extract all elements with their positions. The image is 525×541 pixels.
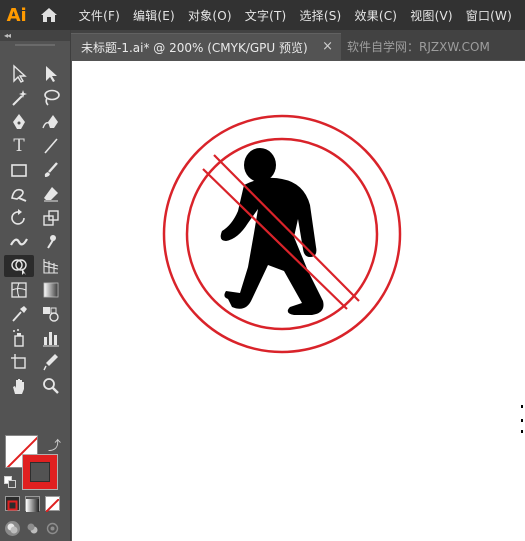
symbol-sprayer-tool[interactable]: [4, 327, 34, 349]
document-tab-bar: 未标题-1.ai* @ 200% (CMYK/GPU 预览) × 软件自学网：R…: [71, 30, 525, 60]
direct-selection-tool[interactable]: [36, 63, 66, 85]
zoom-tool[interactable]: [36, 375, 66, 397]
magic-wand-tool[interactable]: [4, 87, 34, 109]
walking-figure: [220, 148, 324, 315]
artboard-canvas[interactable]: [72, 61, 525, 541]
tools-panel: ◂◂ T ⤴: [0, 30, 71, 541]
menu-items: 文件(F) 编辑(E) 对象(O) 文字(T) 选择(S) 效果(C) 视图(V…: [79, 7, 525, 24]
tab-active-document[interactable]: 未标题-1.ai* @ 200% (CMYK/GPU 预览) ×: [71, 33, 341, 60]
draw-inside-icon: [46, 522, 59, 535]
perspective-grid-tool[interactable]: [36, 255, 66, 277]
curvature-tool[interactable]: [36, 111, 66, 133]
menu-select[interactable]: 选择(S): [299, 7, 341, 24]
slice-tool[interactable]: [36, 351, 66, 373]
default-colors-icon[interactable]: [4, 476, 16, 488]
draw-behind-button[interactable]: [25, 521, 40, 536]
rotate-tool[interactable]: [4, 207, 34, 229]
none-icon: [45, 498, 60, 513]
color-icon: [7, 500, 18, 511]
app-logo: Ai: [6, 4, 27, 26]
home-icon: [41, 8, 58, 22]
fill-stroke-controls: ⤴: [0, 433, 71, 493]
no-pedestrian-artwork[interactable]: [72, 61, 525, 541]
drawing-mode-row: [5, 521, 60, 536]
hand-tool[interactable]: [4, 375, 34, 397]
pen-tool[interactable]: [4, 111, 34, 133]
gradient-mode-button[interactable]: [25, 496, 40, 512]
selection-tool[interactable]: [4, 63, 34, 85]
color-mode-button[interactable]: [5, 496, 20, 511]
mesh-tool[interactable]: [4, 279, 34, 301]
type-tool-glyph: T: [13, 136, 25, 156]
menu-object[interactable]: 对象(O): [188, 7, 232, 24]
shaper-tool[interactable]: [4, 183, 34, 205]
gradient-tool[interactable]: [36, 279, 66, 301]
type-tool[interactable]: T: [4, 135, 34, 157]
width-tool[interactable]: [4, 231, 34, 253]
canvas-edge-marker: [521, 405, 523, 433]
stroke-swatch-inner: [30, 462, 50, 482]
stroke-swatch[interactable]: [22, 454, 58, 490]
swap-fill-stroke-icon[interactable]: ⤴: [48, 435, 61, 454]
draw-inside-button[interactable]: [45, 521, 60, 536]
puppet-warp-tool[interactable]: [36, 231, 66, 253]
tab-inactive-label: 软件自学网：RJZXW.COM: [347, 40, 490, 54]
shape-builder-tool[interactable]: [4, 255, 34, 277]
menu-edit[interactable]: 编辑(E): [133, 7, 175, 24]
draw-normal-icon: [7, 523, 18, 534]
lasso-tool[interactable]: [36, 87, 66, 109]
rectangle-tool[interactable]: [4, 159, 34, 181]
menu-type[interactable]: 文字(T): [245, 7, 287, 24]
menu-effect[interactable]: 效果(C): [354, 7, 397, 24]
tools-panel-header: ◂◂: [0, 30, 70, 41]
close-tab-icon[interactable]: ×: [322, 39, 333, 54]
artboard-tool[interactable]: [4, 351, 34, 373]
eyedropper-tool[interactable]: [4, 303, 34, 325]
collapse-panel-icon[interactable]: ◂◂: [4, 31, 11, 40]
draw-behind-icon: [27, 523, 38, 534]
blend-tool[interactable]: [36, 303, 66, 325]
column-graph-tool[interactable]: [36, 327, 66, 349]
menu-view[interactable]: 视图(V): [410, 7, 453, 24]
paintbrush-tool[interactable]: [36, 159, 66, 181]
none-mode-button[interactable]: [45, 496, 60, 513]
grip-bar: [15, 44, 55, 46]
panel-grip[interactable]: [0, 41, 70, 49]
line-segment-tool[interactable]: [36, 135, 66, 157]
eraser-tool[interactable]: [36, 183, 66, 205]
tab-inactive-document[interactable]: 软件自学网：RJZXW.COM: [341, 33, 525, 60]
home-button[interactable]: [33, 0, 64, 30]
menu-window[interactable]: 窗口(W): [466, 7, 512, 24]
color-mode-row: [5, 496, 60, 513]
tab-active-label: 未标题-1.ai* @ 200% (CMYK/GPU 预览): [81, 40, 308, 55]
scale-tool[interactable]: [36, 207, 66, 229]
draw-normal-button[interactable]: [5, 521, 20, 536]
menu-file[interactable]: 文件(F): [79, 7, 120, 24]
gradient-icon: [26, 499, 39, 512]
menu-bar: Ai 文件(F) 编辑(E) 对象(O) 文字(T) 选择(S) 效果(C) 视…: [0, 0, 525, 30]
